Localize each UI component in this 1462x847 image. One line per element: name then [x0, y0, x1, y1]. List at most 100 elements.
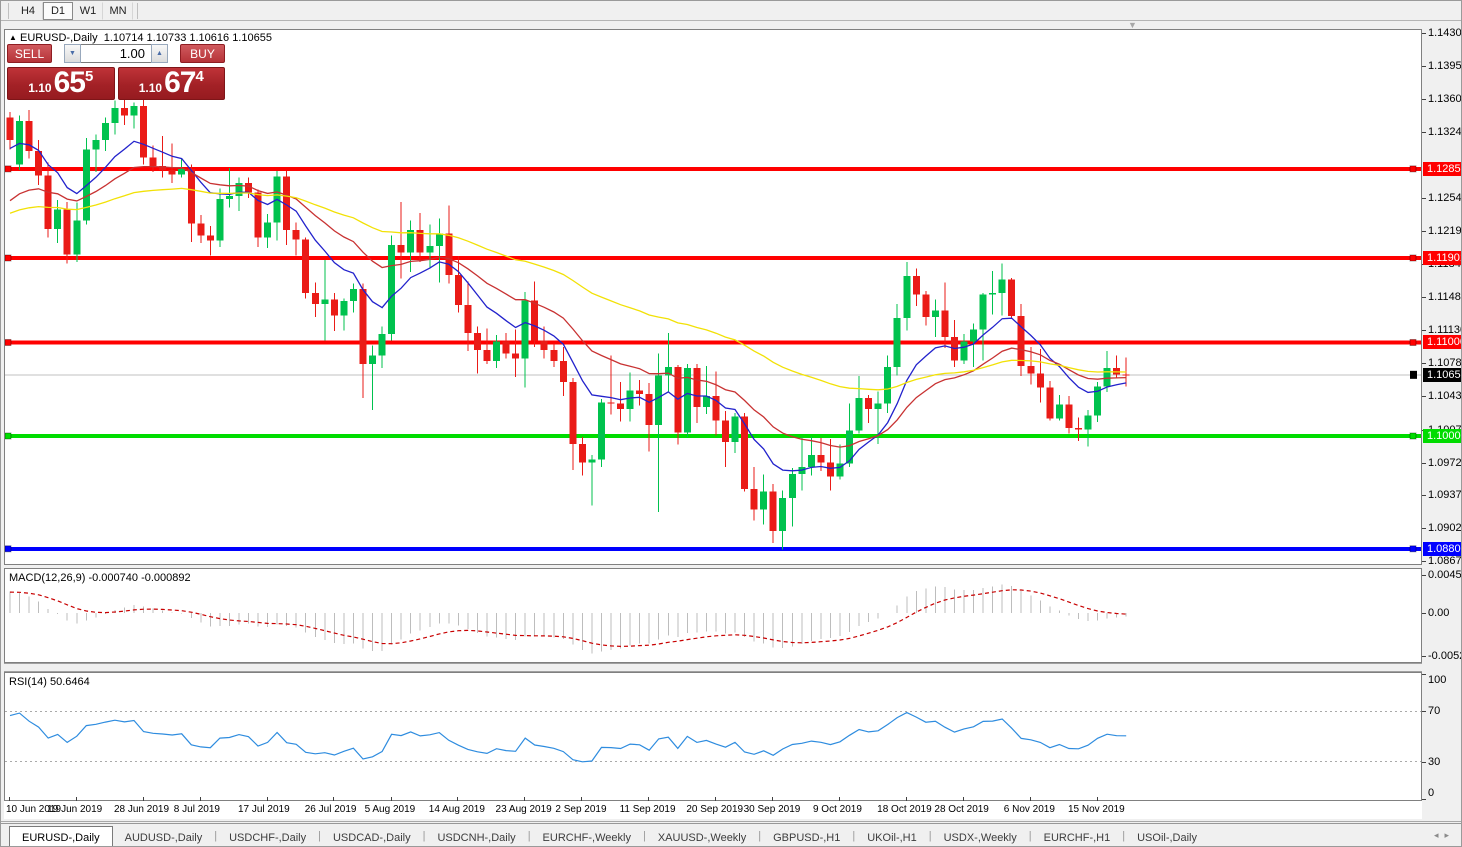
hline-price-label: 1.11901 — [1423, 251, 1462, 265]
candle-body — [302, 239, 309, 292]
candle-body — [45, 176, 52, 229]
candle-body — [779, 498, 786, 531]
tab-usdchf-daily[interactable]: USDCHF-,Daily — [217, 827, 318, 847]
candle-body — [131, 106, 138, 115]
candle-body — [588, 460, 595, 463]
candle-body — [484, 350, 491, 361]
price-tick-label: 1.08670 — [1428, 555, 1462, 567]
volume-increase-button[interactable]: ▲ — [151, 44, 168, 63]
hline-handle[interactable] — [5, 339, 11, 345]
candle-body — [598, 403, 605, 460]
rsi-line — [10, 713, 1126, 762]
candle-body — [197, 223, 204, 235]
candle-body — [121, 108, 128, 116]
tab-usdcad-daily[interactable]: USDCAD-,Daily — [321, 827, 423, 847]
date-label: 15 Nov 2019 — [1068, 804, 1125, 815]
candle-body — [388, 245, 395, 334]
candle-body — [884, 367, 891, 404]
hline-handle[interactable] — [5, 546, 11, 552]
price-tick-label: 1.09720 — [1428, 457, 1462, 469]
buy-price-pip: 4 — [195, 69, 203, 84]
candle-body — [770, 492, 777, 531]
date-tick-mark — [76, 797, 77, 801]
timeframe-button-d1[interactable]: D1 — [43, 2, 73, 20]
date-label: 6 Nov 2019 — [1004, 804, 1055, 815]
horizontal-line[interactable] — [5, 255, 1421, 261]
tab-scroll-arrows[interactable]: ◂▸ — [1434, 830, 1455, 841]
sell-button[interactable]: SELL — [7, 44, 52, 63]
hline-handle[interactable] — [5, 433, 11, 439]
tab-ukoil-h1[interactable]: UKOil-,H1 — [855, 827, 929, 847]
date-tick-mark — [772, 797, 773, 801]
tab-xauusd-weekly[interactable]: XAUUSD-,Weekly — [646, 827, 758, 847]
volume-decrease-button[interactable]: ▼ — [64, 44, 81, 63]
date-label: 14 Aug 2019 — [429, 804, 485, 815]
date-tick-mark — [1097, 797, 1098, 801]
horizontal-line[interactable] — [5, 546, 1421, 552]
tab-scroll-left-icon[interactable]: ◂ — [1434, 830, 1445, 840]
candle-body — [1065, 404, 1072, 427]
hline-price-label: 1.12851 — [1423, 162, 1462, 176]
hline-handle[interactable] — [5, 166, 11, 172]
axis-tick-mark — [1422, 561, 1426, 562]
rsi-label: RSI(14) 50.6464 — [9, 676, 90, 688]
date-axis[interactable]: 10 Jun 201919 Jun 201928 Jun 20198 Jul 2… — [4, 801, 1422, 819]
axis-tick-mark — [1422, 762, 1426, 763]
date-tick-mark — [9, 797, 10, 801]
tab-eurusd-daily[interactable]: EURUSD-,Daily — [9, 826, 113, 847]
tab-usdx-weekly[interactable]: USDX-,Weekly — [932, 827, 1029, 847]
candle-body — [331, 299, 338, 315]
candle-body — [875, 403, 882, 409]
candle-body — [722, 420, 729, 442]
horizontal-line[interactable] — [5, 433, 1421, 439]
axis-tick-mark — [1422, 528, 1426, 529]
tab-eurchf-h1[interactable]: EURCHF-,H1 — [1032, 827, 1123, 847]
tab-usdcnh-daily[interactable]: USDCNH-,Daily — [425, 827, 527, 847]
buy-button[interactable]: BUY — [180, 44, 225, 63]
rsi-tick-label: 100 — [1428, 674, 1446, 686]
date-label: 28 Jun 2019 — [114, 804, 169, 815]
candle-body — [512, 354, 519, 359]
candle-body — [608, 403, 615, 404]
axis-tick-mark — [1422, 674, 1426, 675]
date-label: 9 Oct 2019 — [813, 804, 862, 815]
price-axis[interactable]: 1.143001.139501.136001.132401.125401.121… — [1422, 29, 1462, 801]
candle-body — [1008, 280, 1015, 317]
candle-body — [1056, 404, 1063, 418]
hline-handle[interactable] — [1410, 546, 1416, 552]
axis-tick-mark — [1422, 132, 1426, 133]
candle-body — [999, 280, 1006, 293]
tab-gbpusd-h1[interactable]: GBPUSD-,H1 — [761, 827, 852, 847]
date-tick-mark — [648, 797, 649, 801]
tab-scroll-right-icon[interactable]: ▸ — [1444, 830, 1455, 840]
tab-usoil-daily[interactable]: USOil-,Daily — [1125, 827, 1209, 847]
hline-handle[interactable] — [1410, 166, 1416, 172]
tab-audusd-daily[interactable]: AUDUSD-,Daily — [113, 827, 215, 847]
candle-body — [569, 382, 576, 444]
hline-handle[interactable] — [5, 255, 11, 261]
tab-eurchf-weekly[interactable]: EURCHF-,Weekly — [531, 827, 643, 847]
horizontal-line[interactable] — [5, 166, 1421, 172]
hline-handle[interactable] — [1410, 339, 1416, 345]
toolbar-separator — [137, 3, 138, 19]
hline-handle[interactable] — [1410, 255, 1416, 261]
rsi-chart — [5, 673, 1421, 800]
axis-tick-mark — [1422, 66, 1426, 67]
candle-body — [970, 329, 977, 341]
pane-splitter[interactable] — [4, 663, 1422, 672]
volume-input[interactable] — [81, 44, 151, 63]
buy-price-panel[interactable]: 1.10 67 4 — [118, 67, 226, 100]
sell-price-panel[interactable]: 1.10 65 5 — [7, 67, 115, 100]
rsi-tick-label: 0 — [1428, 787, 1434, 799]
hline-handle[interactable] — [1410, 433, 1416, 439]
candle-body — [1046, 388, 1053, 419]
candle-body — [321, 299, 328, 304]
timeframe-button-h4[interactable]: H4 — [13, 2, 43, 20]
candle-body — [226, 196, 233, 199]
timeframe-button-w1[interactable]: W1 — [73, 2, 103, 20]
candle-body — [1104, 368, 1111, 387]
horizontal-line[interactable] — [5, 339, 1421, 345]
chart-shift-marker[interactable]: ▼ — [1128, 20, 1137, 30]
date-tick-mark — [906, 797, 907, 801]
timeframe-button-mn[interactable]: MN — [103, 2, 133, 20]
